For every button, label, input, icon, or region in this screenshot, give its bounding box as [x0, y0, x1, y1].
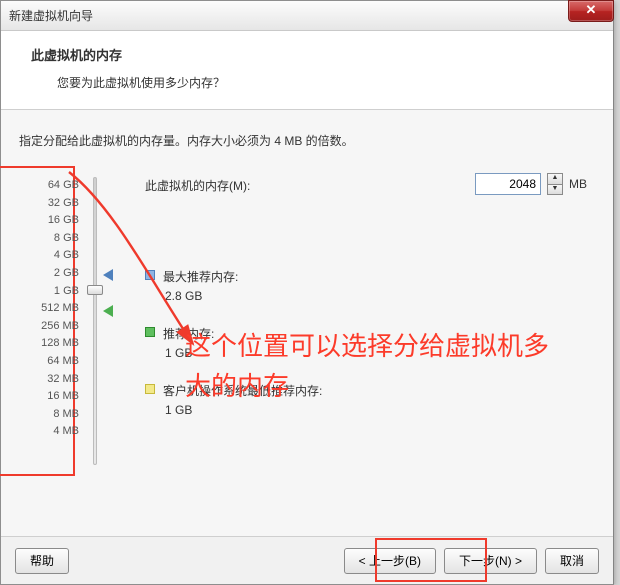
rec-min-value: 1 GB: [165, 403, 595, 417]
rec-max-value: 2.8 GB: [165, 289, 595, 303]
rec-min: 客户机操作系统最低推荐内存: 1 GB: [145, 382, 595, 417]
scale-tick: 4 GB: [54, 249, 79, 261]
close-button[interactable]: ✕: [568, 0, 614, 22]
square-yellow-icon: [145, 384, 155, 394]
memory-slider[interactable]: [85, 177, 135, 465]
memory-input[interactable]: [475, 173, 541, 195]
scale-tick: 16 MB: [47, 390, 79, 402]
scale-tick: 256 MB: [41, 320, 79, 332]
square-green-icon: [145, 327, 155, 337]
rec-min-label: 客户机操作系统最低推荐内存:: [163, 382, 322, 399]
scale-tick: 8 GB: [54, 232, 79, 244]
rec-max: 最大推荐内存: 2.8 GB: [145, 268, 595, 303]
scale-tick: 128 MB: [41, 337, 79, 349]
instruction-text: 指定分配给此虚拟机的内存量。内存大小必须为 4 MB 的倍数。: [19, 132, 595, 149]
square-blue-icon: [145, 270, 155, 280]
scale-tick: 512 MB: [41, 302, 79, 314]
scale-tick: 64 GB: [48, 179, 79, 191]
window-shadow: [613, 1, 617, 584]
scale-tick: 2 GB: [54, 267, 79, 279]
rec-label: 推荐内存:: [163, 325, 214, 342]
scale-tick: 64 MB: [47, 355, 79, 367]
close-icon: ✕: [586, 2, 597, 17]
header-pane: 此虚拟机的内存 您要为此虚拟机使用多少内存？: [1, 31, 613, 110]
titlebar: 新建虚拟机向导 ✕: [1, 1, 613, 31]
scale-tick: 32 GB: [48, 197, 79, 209]
scale-tick: 4 MB: [53, 425, 79, 437]
rec-recommended: 推荐内存: 1 GB: [145, 325, 595, 360]
memory-area: 64 GB 32 GB 16 GB 8 GB 4 GB 2 GB 1 GB 51…: [19, 177, 595, 465]
memory-unit: MB: [569, 177, 587, 191]
spinner-up-icon[interactable]: ▲: [547, 173, 563, 184]
marker-rec-icon: [103, 305, 113, 320]
info-column: 此虚拟机的内存(M): ▲ ▼ MB 最大推荐内存:: [145, 177, 595, 439]
window-title: 新建虚拟机向导: [9, 7, 93, 24]
spinner-down-icon[interactable]: ▼: [547, 184, 563, 195]
help-button[interactable]: 帮助: [15, 548, 69, 574]
back-button[interactable]: < 上一步(B): [344, 548, 436, 574]
memory-input-group: ▲ ▼ MB: [475, 173, 587, 195]
scale-tick: 32 MB: [47, 373, 79, 385]
scale-tick: 16 GB: [48, 214, 79, 226]
scale-tick: 1 GB: [54, 285, 79, 297]
marker-max-icon: [103, 269, 113, 284]
memory-spinner[interactable]: ▲ ▼: [547, 173, 563, 195]
next-button[interactable]: 下一步(N) >: [444, 548, 537, 574]
body-pane: 指定分配给此虚拟机的内存量。内存大小必须为 4 MB 的倍数。 64 GB 32…: [1, 110, 613, 543]
page-title: 此虚拟机的内存: [31, 45, 601, 64]
cancel-button[interactable]: 取消: [545, 548, 599, 574]
page-subtitle: 您要为此虚拟机使用多少内存？: [31, 74, 601, 91]
slider-track: [93, 177, 97, 465]
scale-labels: 64 GB 32 GB 16 GB 8 GB 4 GB 2 GB 1 GB 51…: [19, 177, 79, 437]
rec-max-label: 最大推荐内存:: [163, 268, 238, 285]
scale-tick: 8 MB: [53, 408, 79, 420]
slider-thumb[interactable]: [87, 285, 103, 295]
rec-value: 1 GB: [165, 346, 595, 360]
wizard-window: 新建虚拟机向导 ✕ 此虚拟机的内存 您要为此虚拟机使用多少内存？ 指定分配给此虚…: [0, 0, 614, 585]
memory-label: 此虚拟机的内存(M):: [145, 177, 250, 194]
footer: 帮助 < 上一步(B) 下一步(N) > 取消: [1, 536, 613, 584]
